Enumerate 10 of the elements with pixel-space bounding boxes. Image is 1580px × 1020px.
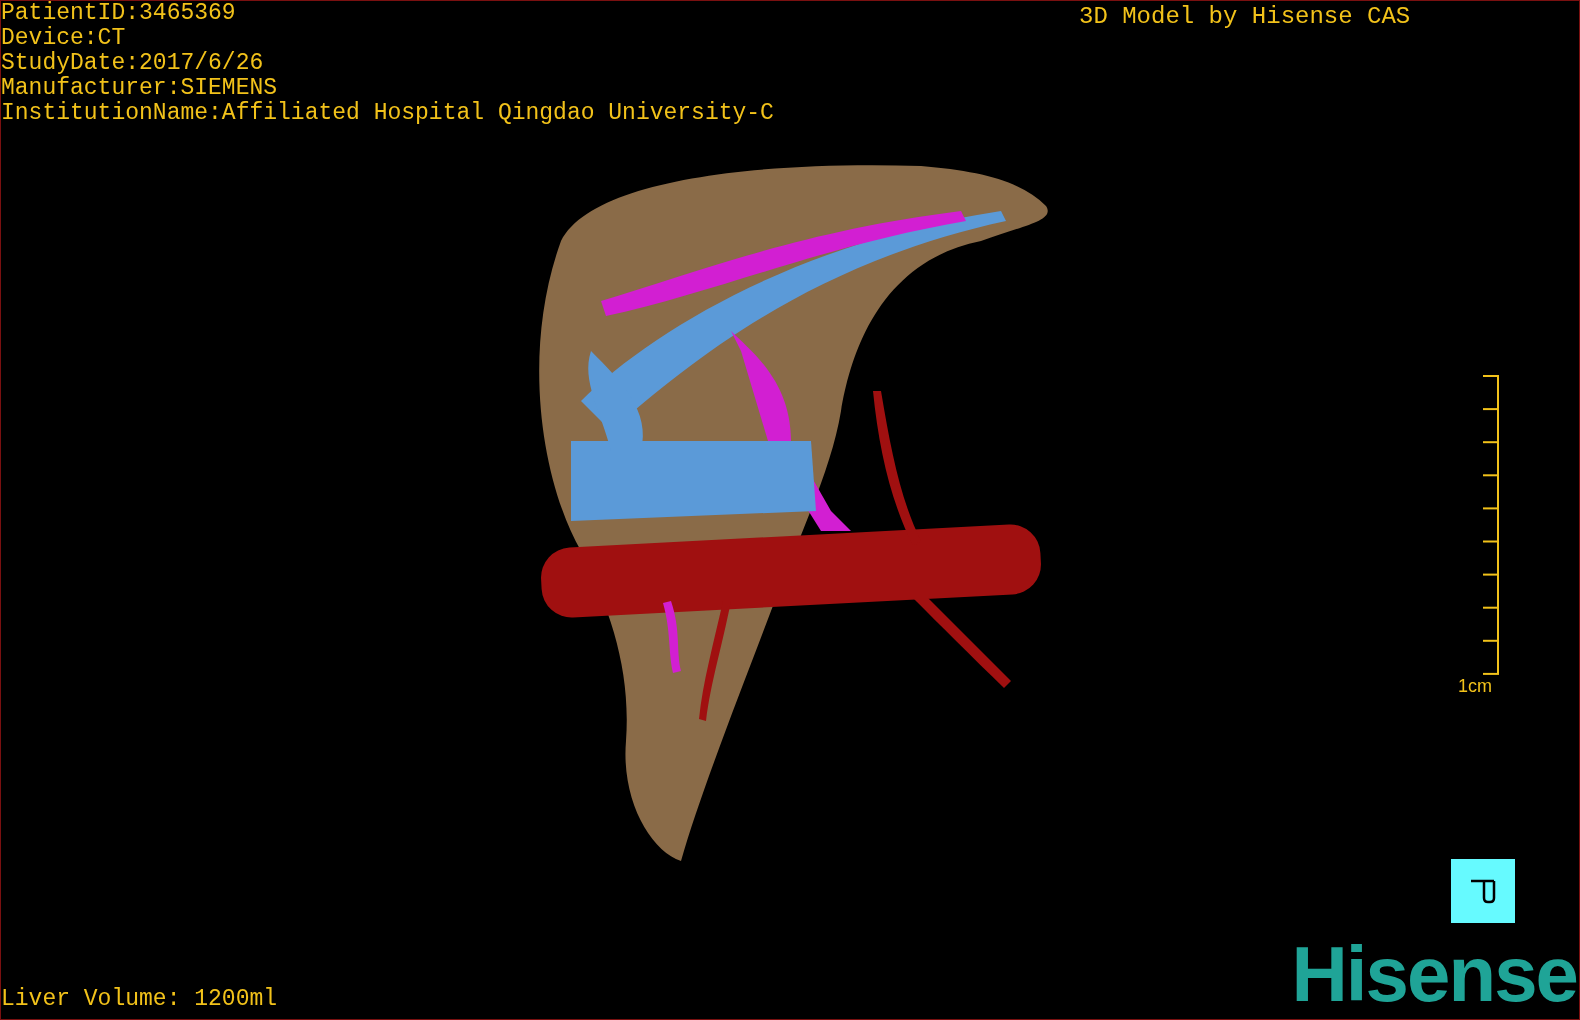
liver-volume-text: Liver Volume: 1200ml (1, 985, 278, 1013)
view-button[interactable] (1451, 859, 1515, 923)
study-info-text: StudyDate:2017/6/26 (1, 51, 265, 76)
study-info-text: Manufacturer:SIEMENS (1, 76, 279, 101)
study-info-text: InstitutionName:Affiliated Hospital Qingdao University-C (1, 101, 774, 126)
header-text: 3D Model by Hisense CAS (1079, 3, 1411, 31)
study-info-text: PatientID:3465369 (1, 1, 237, 26)
scale-label: 1cm (1458, 675, 1492, 697)
brand-logo: Hisense (1291, 929, 1577, 1019)
study-info-text: Device:CT (1, 26, 127, 51)
